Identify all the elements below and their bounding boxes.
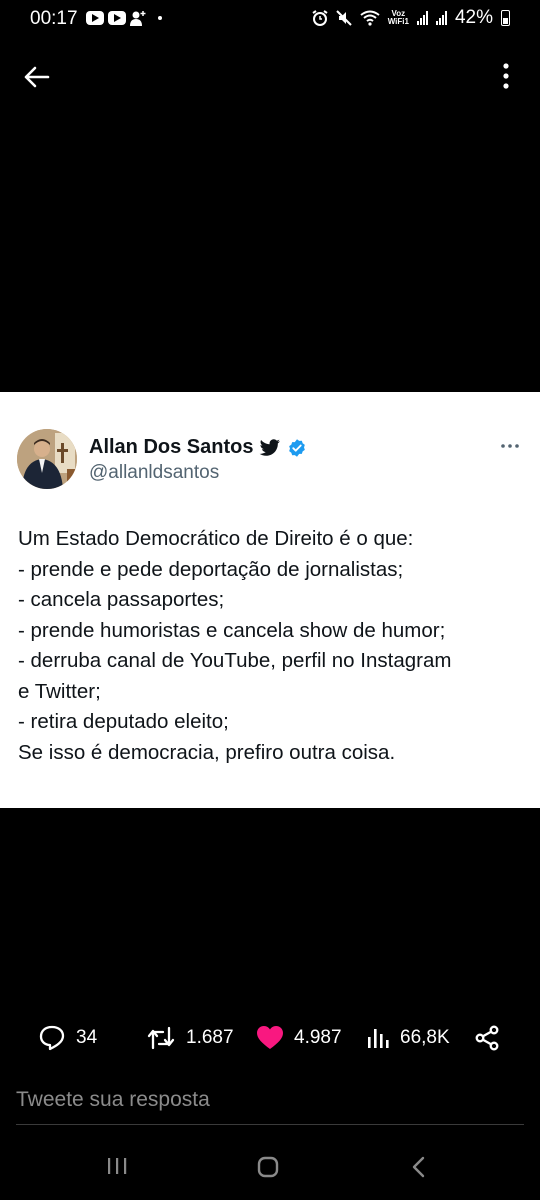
author-name[interactable]: Allan Dos Santos xyxy=(89,436,253,459)
youtube-notification-icon xyxy=(86,11,104,25)
author-handle[interactable]: @allanldsantos xyxy=(89,462,219,484)
share-button[interactable] xyxy=(474,1018,500,1058)
avatar[interactable] xyxy=(17,429,77,489)
retweet-icon xyxy=(147,1026,175,1050)
author-row: Allan Dos Santos xyxy=(89,436,307,459)
views-button[interactable]: 66,8K xyxy=(366,1018,450,1058)
alarm-icon xyxy=(312,10,328,26)
youtube-notification-icon xyxy=(108,11,126,25)
battery-icon xyxy=(501,10,510,26)
back-arrow-icon[interactable] xyxy=(22,62,52,92)
system-icons: Voz WiFi1 42% xyxy=(312,7,510,29)
status-bar: 00:17 Voz WiFi1 42% xyxy=(0,0,540,38)
more-options-icon[interactable] xyxy=(494,62,518,92)
nav-back-icon[interactable] xyxy=(410,1156,426,1178)
reply-divider xyxy=(16,1124,524,1125)
share-icon xyxy=(475,1025,499,1051)
person-add-icon xyxy=(130,11,146,26)
reply-count: 34 xyxy=(76,1027,98,1048)
signal-strength-icon xyxy=(416,11,428,25)
like-count: 4.987 xyxy=(294,1027,342,1048)
tweet-line: Um Estado Democrático de Direito é o que… xyxy=(18,527,414,550)
home-icon[interactable] xyxy=(257,1156,279,1178)
wifi-icon xyxy=(360,10,380,26)
battery-percentage: 42% xyxy=(454,7,493,28)
more-notifications-dot xyxy=(158,16,162,20)
like-button[interactable]: 4.987 xyxy=(256,1018,342,1058)
tweet-line: - cancela passaportes; xyxy=(18,588,225,611)
tweet-line: - prende humoristas e cancela show de hu… xyxy=(18,618,446,642)
tweet-more-options-icon[interactable] xyxy=(500,439,520,453)
status-time: 00:17 xyxy=(30,8,78,29)
tweet-line: Se isso é democracia, prefiro outra cois… xyxy=(18,740,396,764)
tweet-line: e Twitter; xyxy=(18,679,101,703)
retweet-button[interactable]: 1.687 xyxy=(146,1018,234,1058)
views-chart-icon xyxy=(368,1029,389,1048)
tweet-actions: 34 1.687 4.987 66,8K xyxy=(0,1018,540,1058)
tweet-line: - retira deputado eleito; xyxy=(18,710,229,733)
volte-wifi-indicator: Voz WiFi1 xyxy=(387,9,409,26)
profile-photo xyxy=(17,429,77,489)
reply-button[interactable]: 34 xyxy=(38,1018,97,1058)
heart-icon xyxy=(257,1026,283,1049)
reply-input[interactable]: Tweete sua resposta xyxy=(16,1088,210,1112)
tweet-line: - derruba canal de YouTube, perfil no In… xyxy=(18,649,452,672)
notification-icons xyxy=(86,10,162,26)
retweet-count: 1.687 xyxy=(186,1027,234,1048)
twitter-bird-icon xyxy=(260,438,281,456)
recent-apps-icon[interactable] xyxy=(107,1156,127,1176)
reply-icon xyxy=(39,1025,65,1051)
views-count: 66,8K xyxy=(400,1027,450,1048)
tweet-line: - prende e pede deportação de jornalista… xyxy=(18,557,404,581)
signal-strength-icon xyxy=(435,11,447,25)
mute-icon xyxy=(335,10,352,26)
verified-badge-icon xyxy=(289,438,306,457)
tweet-text: Um Estado Democrático de Direito é o que… xyxy=(18,524,528,768)
tweet-card: Allan Dos Santos @allanldsantos Um Estad… xyxy=(0,392,540,808)
